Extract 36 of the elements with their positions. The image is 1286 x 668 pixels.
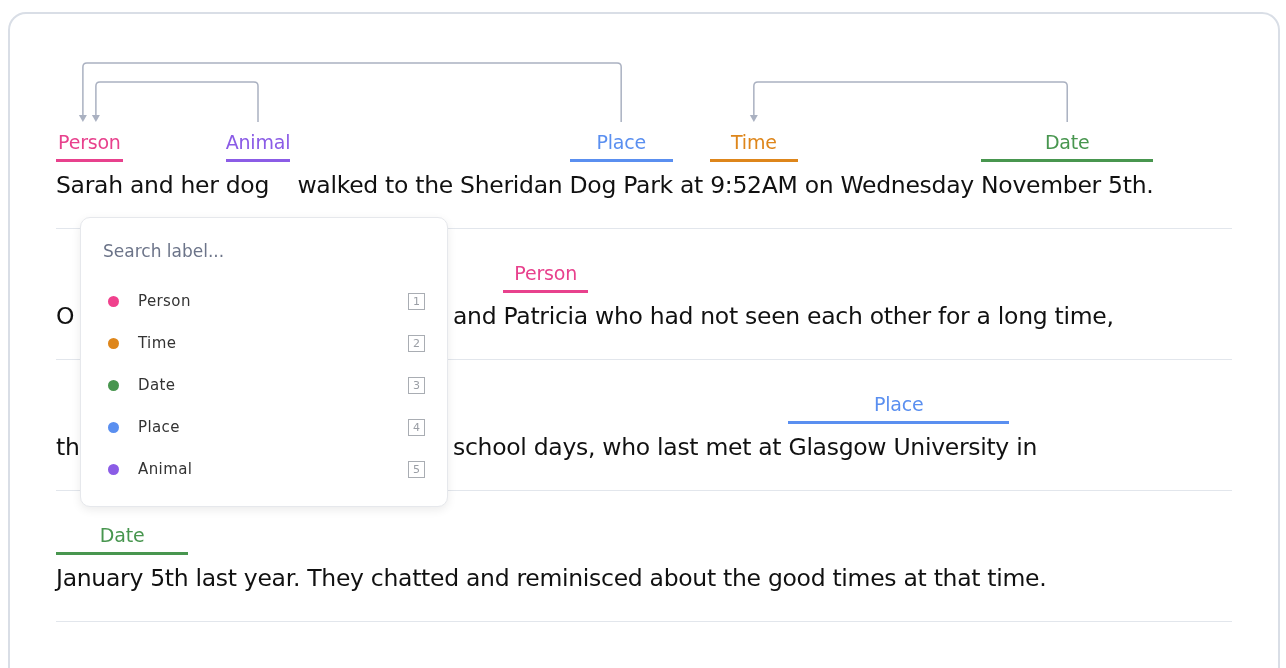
sentence-text: and xyxy=(453,301,498,331)
label-option[interactable]: Place 4 xyxy=(97,406,431,448)
annotated-text[interactable]: 9:52AM xyxy=(710,170,798,200)
annotated-text[interactable]: dog xyxy=(225,170,291,200)
label-option[interactable]: Person 1 xyxy=(97,280,431,322)
label-option[interactable]: Time 2 xyxy=(97,322,431,364)
shortcut-key: 1 xyxy=(408,292,425,310)
sentence-text: th xyxy=(56,432,80,462)
shortcut-key: 3 xyxy=(408,376,425,394)
annotated-text[interactable]: Patricia xyxy=(503,301,588,331)
sentence-text: and her xyxy=(128,170,220,200)
shortcut-key: 2 xyxy=(408,334,425,352)
annotated-text[interactable]: Sarah xyxy=(56,170,123,200)
annotated-text[interactable]: Glasgow University xyxy=(788,432,1009,462)
annotated-text[interactable]: November 5th. xyxy=(981,170,1154,200)
sentence-text: school days, who last met at xyxy=(453,432,783,462)
entity-label[interactable]: Date xyxy=(1044,130,1090,154)
entity-underline xyxy=(56,159,123,162)
label-option[interactable]: Animal 5 xyxy=(97,448,431,490)
sentence-text: O xyxy=(56,301,75,331)
sentence-text: last year. They chatted and reminisced about the good times at that time. xyxy=(194,563,1047,593)
annotated-text[interactable]: January 5th xyxy=(56,563,189,593)
annotated-text[interactable]: Dog Park xyxy=(569,170,673,200)
sentence-text: at xyxy=(678,170,704,200)
label-option[interactable]: Date 3 xyxy=(97,364,431,406)
sentence-text: in xyxy=(1015,432,1037,462)
sentence-text: who had not seen each other for a long time, xyxy=(594,301,1114,331)
entity-label[interactable]: Person xyxy=(514,261,577,285)
entity-underline xyxy=(225,159,291,162)
shortcut-key: 4 xyxy=(408,418,425,436)
entity-label[interactable]: Person xyxy=(58,130,121,154)
entity-label[interactable]: Date xyxy=(99,523,145,547)
sentence-text: walked to the Sheridan xyxy=(296,170,564,200)
sentence-text: on Wednesday xyxy=(803,170,975,200)
shortcut-key: 5 xyxy=(408,460,425,478)
entity-label[interactable]: Animal xyxy=(225,130,291,154)
